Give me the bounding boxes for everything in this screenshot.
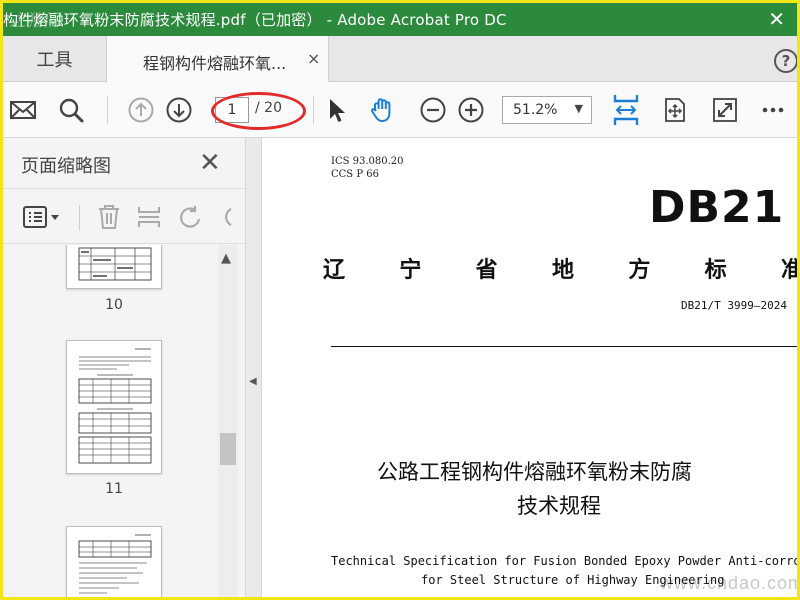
- thumbnail-panel: 页面缩略图 ✕ 10 11 ▲: [3, 138, 246, 597]
- thumbnail-page-number: 10: [105, 297, 123, 313]
- window-title: 构件熔融环氧粉末防腐技术规程.pdf（已加密） - Adobe Acrobat …: [3, 11, 507, 29]
- tab-document[interactable]: 程钢构件熔融环氧... ×: [107, 36, 329, 83]
- thumbnail-list: 10 11 ▲: [3, 245, 246, 597]
- site-watermark: www.cndao.com: [660, 573, 800, 593]
- zoom-out-icon[interactable]: [419, 96, 447, 124]
- page-thumbnail[interactable]: [66, 340, 162, 474]
- email-icon[interactable]: [9, 96, 37, 124]
- chevron-down-icon: ▼: [574, 102, 583, 115]
- full-screen-icon[interactable]: [711, 96, 739, 124]
- highlight-annotation: [211, 92, 306, 130]
- heading-char: 省: [475, 257, 498, 283]
- document-view[interactable]: ICS 93.080.20 CCS P 66 DB21 辽 宁 省 地 方 标 …: [263, 138, 797, 597]
- tab-close-icon[interactable]: ×: [307, 49, 320, 68]
- scroll-thumb[interactable]: [220, 433, 236, 465]
- panel-toolbar: [3, 188, 246, 244]
- app-window: 构件熔融环氧粉末防腐技术规程.pdf（已加密） - Adobe Acrobat …: [0, 0, 800, 600]
- panel-close-icon[interactable]: ✕: [199, 148, 221, 178]
- thumbnail-scrollbar[interactable]: ▲: [218, 245, 238, 597]
- standard-logo: DB21: [649, 182, 785, 233]
- standard-code: DB21/T 3999—2024: [681, 299, 787, 312]
- thumbnail-page-number: 11: [105, 481, 123, 497]
- heading-char: 标: [704, 257, 727, 283]
- ccs-code: CCS P 66: [331, 169, 379, 180]
- heading-char: 地: [551, 257, 574, 283]
- tab-bar: 工具 程钢构件熔融环氧... × ?: [3, 36, 797, 83]
- standard-type-heading: 辽 宁 省 地 方 标 准: [323, 252, 797, 284]
- next-page-icon[interactable]: [165, 96, 193, 124]
- english-title-line-1: Technical Specification for Fusion Bonde…: [331, 554, 797, 568]
- window-close-icon[interactable]: ✕: [768, 7, 785, 31]
- ics-code: ICS 93.080.20: [331, 156, 404, 167]
- heading-char: 辽: [323, 257, 346, 283]
- horizontal-rule: [331, 346, 797, 347]
- previous-page-icon[interactable]: [127, 96, 155, 124]
- rotate-clockwise-icon[interactable]: [217, 203, 233, 231]
- insert-page-icon[interactable]: [135, 203, 163, 231]
- heading-char: 准: [781, 252, 797, 284]
- zoom-in-icon[interactable]: [457, 96, 485, 124]
- hand-tool-icon[interactable]: [369, 96, 397, 124]
- panel-divider: [79, 205, 80, 231]
- collapse-panel-icon[interactable]: ◀: [249, 376, 257, 387]
- help-icon[interactable]: ?: [774, 49, 797, 73]
- document-title-line-1: 公路工程钢构件熔融环氧粉末防腐: [377, 460, 692, 484]
- document-title-line-2: 技术规程: [517, 494, 601, 518]
- tab-tools-label: 工具: [36, 50, 73, 71]
- select-cursor-icon[interactable]: [323, 96, 351, 124]
- page-move-icon[interactable]: [661, 96, 689, 124]
- more-options-icon[interactable]: [759, 96, 787, 124]
- rotate-page-icon[interactable]: [177, 203, 205, 231]
- toolbar: 1 / 20 51.2% ▼: [3, 82, 797, 138]
- search-icon[interactable]: [57, 96, 85, 124]
- zoom-level-dropdown[interactable]: 51.2% ▼: [502, 96, 592, 124]
- title-bar: 构件熔融环氧粉末防腐技术规程.pdf（已加密） - Adobe Acrobat …: [3, 3, 797, 36]
- delete-page-icon[interactable]: [95, 203, 123, 231]
- page-thumbnail[interactable]: [66, 526, 162, 597]
- heading-char: 方: [628, 257, 651, 283]
- toolbar-divider: [107, 96, 108, 124]
- toolbar-divider: [313, 96, 314, 124]
- scroll-up-icon[interactable]: ▲: [221, 251, 231, 266]
- tab-document-label: 程钢构件熔融环氧...: [143, 54, 287, 73]
- page-thumbnail[interactable]: [66, 245, 162, 289]
- panel-title: 页面缩略图: [21, 156, 111, 177]
- tab-tools[interactable]: 工具: [3, 36, 107, 82]
- zoom-level-value: 51.2%: [513, 102, 558, 118]
- panel-splitter[interactable]: ◀: [246, 138, 262, 597]
- heading-char: 宁: [399, 257, 422, 283]
- corner-watermark: 之猪问: [9, 11, 60, 31]
- thumbnail-options-icon[interactable]: [23, 205, 63, 229]
- fit-width-icon[interactable]: [612, 93, 640, 127]
